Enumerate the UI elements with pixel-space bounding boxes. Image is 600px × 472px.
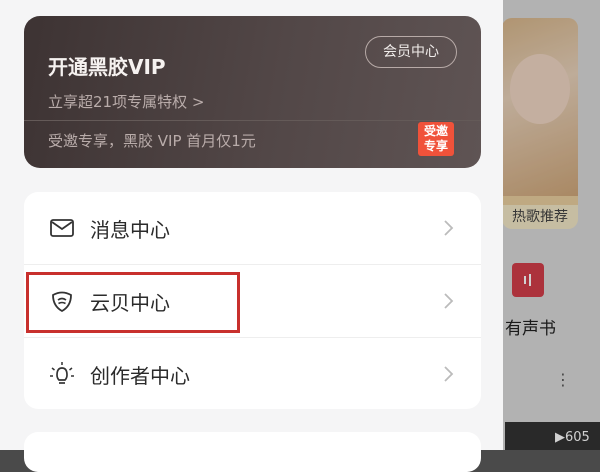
- chevron-right-icon: [439, 364, 459, 384]
- vip-divider: [24, 120, 481, 121]
- drawer-scrim[interactable]: [500, 0, 600, 450]
- menu-item-label: 消息中心: [90, 217, 170, 242]
- vip-promo-card[interactable]: 开通黑胶VIP 立享超21项专属特权 > 会员中心 受邀专享，黑胶 VIP 首月…: [24, 16, 481, 168]
- invite-exclusive-badge: 受邀 专享: [418, 122, 454, 156]
- highlight-annotation-box: [26, 272, 240, 333]
- chevron-right-icon: [439, 218, 459, 238]
- menu-item-creator-center[interactable]: 创作者中心: [24, 338, 481, 410]
- next-menu-card: [24, 432, 481, 472]
- badge-line-1: 受邀: [423, 124, 448, 138]
- mail-icon: [48, 214, 76, 242]
- vip-subtitle[interactable]: 立享超21项专属特权 >: [48, 91, 204, 112]
- menu-item-messages[interactable]: 消息中心: [24, 192, 481, 264]
- vip-promo-text: 受邀专享，黑胶 VIP 首月仅1元: [48, 132, 256, 150]
- badge-line-2: 专享: [423, 139, 448, 153]
- member-center-button[interactable]: 会员中心: [365, 36, 457, 68]
- menu-item-label: 创作者中心: [90, 363, 190, 388]
- lightbulb-icon: [48, 360, 76, 388]
- side-drawer: 开通黑胶VIP 立享超21项专属特权 > 会员中心 受邀专享，黑胶 VIP 首月…: [0, 0, 503, 472]
- chevron-right-icon: [439, 291, 459, 311]
- vip-title: 开通黑胶VIP: [48, 55, 166, 79]
